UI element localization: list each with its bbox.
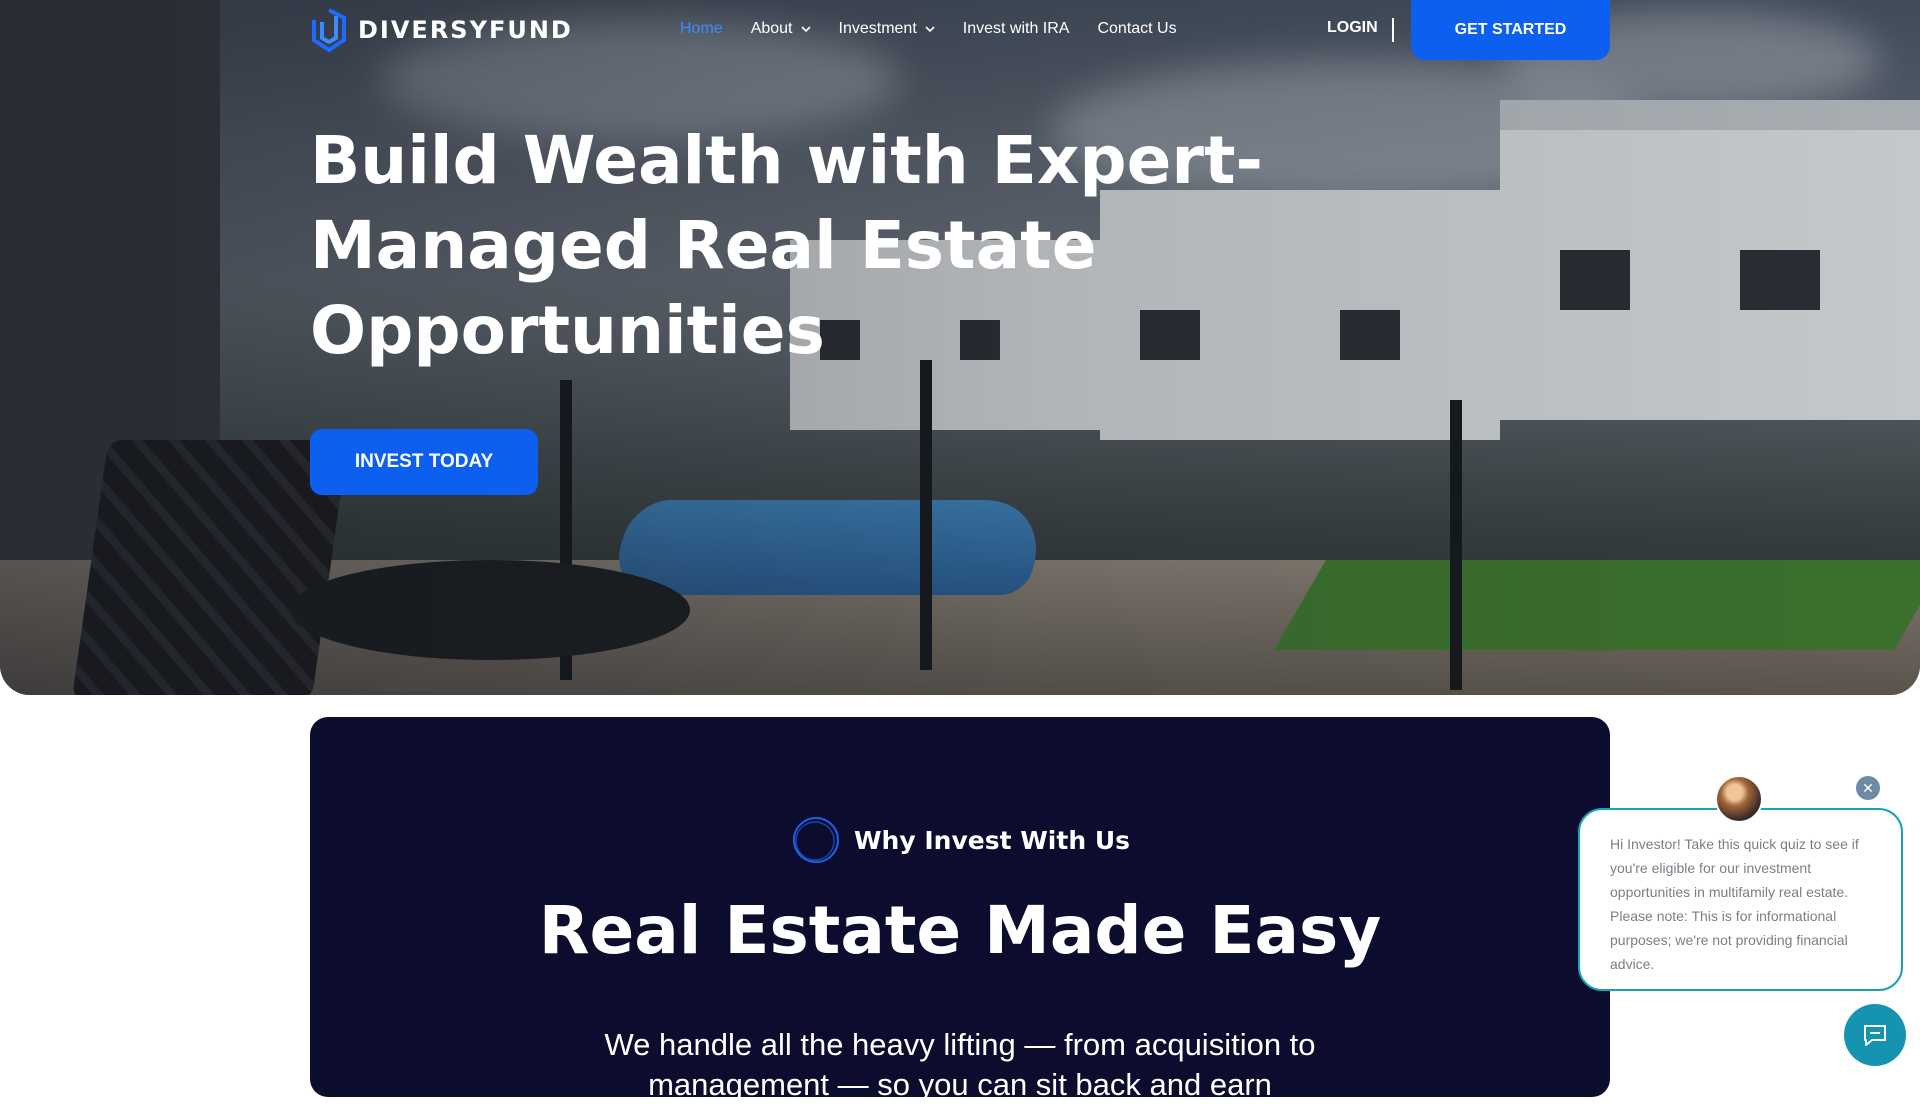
- hero-title-line: Build Wealth with Expert-: [310, 122, 1263, 199]
- get-started-button[interactable]: GET STARTED: [1411, 0, 1610, 60]
- nav-item-label: About: [750, 20, 793, 37]
- logo-text: DIVERSYFUND: [358, 16, 573, 44]
- section-description-line: management — so you can sit back and ear…: [648, 1067, 1272, 1102]
- section-description: We handle all the heavy lifting — from a…: [510, 1025, 1410, 1105]
- invest-today-button[interactable]: INVEST TODAY: [310, 429, 538, 495]
- chat-popup[interactable]: Hi Investor! Take this quick quiz to see…: [1578, 808, 1903, 991]
- hero-section: Build Wealth with Expert- Managed Real E…: [0, 0, 1920, 695]
- login-link[interactable]: LOGIN: [1327, 19, 1378, 37]
- nav-item-label: Home: [680, 20, 723, 37]
- top-nav: DIVERSYFUND Home About Investment Invest…: [0, 0, 1920, 60]
- nav-item-label: Investment: [838, 20, 917, 37]
- nav-item-label: Invest with IRA: [962, 20, 1070, 37]
- nav-item-investment[interactable]: Investment: [839, 20, 935, 38]
- ring-icon: [792, 817, 839, 863]
- hero-title-line: Opportunities: [310, 292, 825, 369]
- chat-launcher-button[interactable]: [1844, 1004, 1906, 1066]
- why-invest-section: Why Invest With Us Real Estate Made Easy…: [310, 717, 1610, 1102]
- nav-links: Home About Investment Invest with IRA Co…: [680, 20, 1177, 38]
- logo[interactable]: DIVERSYFUND: [310, 8, 573, 52]
- hero-title-line: Managed Real Estate: [310, 207, 1097, 284]
- section-tag-label: Why Invest With Us: [853, 825, 1131, 855]
- section-description-line: We handle all the heavy lifting — from a…: [604, 1027, 1316, 1062]
- section-title: Real Estate Made Easy: [538, 892, 1382, 969]
- chevron-down-icon: [925, 26, 935, 33]
- close-icon[interactable]: ✕: [1856, 776, 1880, 800]
- hero-title: Build Wealth with Expert- Managed Real E…: [310, 118, 1270, 373]
- logo-icon: [312, 8, 346, 52]
- chevron-down-icon: [800, 26, 811, 33]
- nav-item-about[interactable]: About: [751, 20, 811, 38]
- chat-avatar: [1715, 775, 1763, 823]
- nav-item-label: Contact Us: [1097, 20, 1177, 37]
- nav-item-home[interactable]: Home: [680, 20, 723, 38]
- chat-message: Hi Investor! Take this quick quiz to see…: [1610, 836, 1859, 972]
- nav-item-contact-us[interactable]: Contact Us: [1097, 20, 1176, 38]
- nav-divider: [1392, 18, 1394, 42]
- nav-item-invest-with-ira[interactable]: Invest with IRA: [963, 20, 1070, 38]
- section-tag: Why Invest With Us: [310, 814, 1610, 866]
- chat-icon: [1864, 1025, 1886, 1046]
